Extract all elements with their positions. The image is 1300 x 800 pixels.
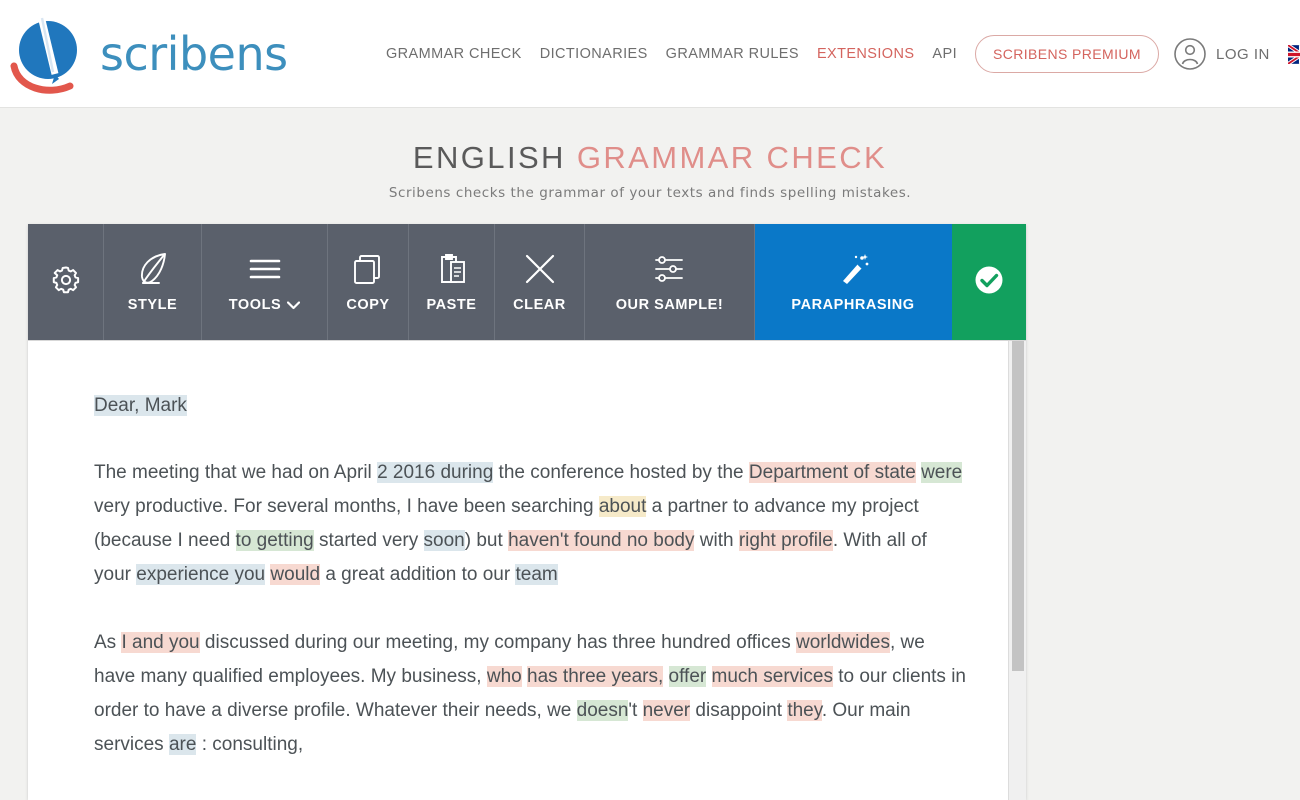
scribens-circle-pen-logo bbox=[8, 10, 96, 98]
text-run bbox=[663, 666, 668, 687]
brand-wordmark: scribens bbox=[100, 27, 288, 81]
editor-vertical-scrollbar[interactable] bbox=[1008, 341, 1026, 800]
text-run: : consulting, bbox=[196, 734, 304, 755]
toolbar-tools-label: TOOLS bbox=[228, 297, 282, 313]
grammar-highlight-green[interactable]: offer bbox=[668, 666, 707, 687]
grammar-highlight-red[interactable]: who bbox=[486, 666, 522, 687]
uk-flag-icon[interactable] bbox=[1287, 44, 1300, 64]
paragraph-2: As I and you discussed during our meetin… bbox=[94, 626, 966, 762]
close-x-icon bbox=[523, 247, 557, 291]
nav-dictionaries[interactable]: DICTIONARIES bbox=[540, 46, 648, 62]
page-title-primary: ENGLISH bbox=[412, 140, 566, 175]
toolbar-check[interactable] bbox=[952, 224, 1026, 340]
grammar-highlight-red[interactable]: has three years, bbox=[527, 666, 664, 687]
paste-clipboard-icon bbox=[436, 247, 468, 291]
grammar-highlight-green[interactable]: doesn bbox=[576, 700, 629, 721]
greeting-text[interactable]: Dear, Mark bbox=[94, 395, 187, 416]
grammar-highlight-green[interactable]: were bbox=[921, 462, 963, 483]
editor-body: Dear, Mark The meeting that we had on Ap… bbox=[28, 341, 1026, 800]
text-run bbox=[706, 666, 711, 687]
grammar-highlight-yellow[interactable]: about bbox=[598, 496, 647, 517]
text-run: As bbox=[94, 632, 122, 653]
gear-icon bbox=[50, 258, 82, 302]
text-run: the conference hosted by the bbox=[493, 462, 749, 483]
grammar-highlight-blue[interactable]: team bbox=[515, 564, 558, 585]
nav-api[interactable]: API bbox=[932, 46, 957, 62]
hamburger-menu-icon bbox=[248, 247, 282, 291]
check-circle-icon bbox=[972, 263, 1006, 297]
site-header: scribens GRAMMAR CHECK DICTIONARIES GRAM… bbox=[0, 0, 1300, 108]
page-heading-block: ENGLISH GRAMMAR CHECK Scribens checks th… bbox=[0, 108, 1300, 201]
sliders-icon bbox=[652, 247, 688, 291]
nav-grammar-rules[interactable]: GRAMMAR RULES bbox=[666, 46, 799, 62]
page-subtitle: Scribens checks the grammar of your text… bbox=[388, 185, 912, 201]
text-run: started very bbox=[313, 530, 424, 551]
toolbar-paste-label: PASTE bbox=[426, 297, 477, 313]
chevron-down-icon bbox=[287, 300, 301, 310]
page-title-accent: GRAMMAR CHECK bbox=[576, 140, 888, 175]
main-navigation: GRAMMAR CHECK DICTIONARIES GRAMMAR RULES… bbox=[386, 0, 1300, 108]
copy-icon bbox=[352, 247, 384, 291]
page-title: ENGLISH GRAMMAR CHECK bbox=[0, 140, 1300, 176]
toolbar-style-label: STYLE bbox=[127, 297, 178, 313]
text-editor-area[interactable]: Dear, Mark The meeting that we had on Ap… bbox=[28, 341, 1006, 800]
grammar-highlight-green[interactable]: to getting bbox=[235, 530, 314, 551]
text-run: disappoint bbox=[690, 700, 788, 721]
toolbar-copy-label: COPY bbox=[346, 297, 390, 313]
toolbar-our-sample-label: OUR SAMPLE! bbox=[615, 297, 724, 313]
toolbar-paraphrasing[interactable]: PARAPHRASING bbox=[755, 224, 952, 340]
grammar-highlight-blue[interactable]: 2 2016 during bbox=[377, 462, 494, 483]
editor-toolbar: STYLE TOOLS COPY PASTE CLEAR OUR SAMPLE!… bbox=[28, 224, 1026, 341]
paragraph-1: The meeting that we had on April 2 2016 … bbox=[94, 456, 966, 592]
grammar-highlight-red[interactable]: right profile bbox=[738, 530, 833, 551]
grammar-highlight-red[interactable]: worldwides bbox=[796, 632, 890, 653]
text-run: ) but bbox=[464, 530, 509, 551]
text-run: discussed during our meeting, my company… bbox=[199, 632, 796, 653]
toolbar-copy[interactable]: COPY bbox=[328, 224, 409, 340]
toolbar-clear[interactable]: CLEAR bbox=[495, 224, 585, 340]
grammar-highlight-blue[interactable]: are bbox=[168, 734, 197, 755]
grammar-highlight-red[interactable]: never bbox=[642, 700, 691, 721]
text-run: a great addition to our bbox=[320, 564, 516, 585]
toolbar-paste[interactable]: PASTE bbox=[409, 224, 495, 340]
magic-wand-icon bbox=[836, 247, 870, 291]
editor-card: STYLE TOOLS COPY PASTE CLEAR OUR SAMPLE!… bbox=[28, 224, 1026, 800]
brand-logo[interactable]: scribens bbox=[8, 8, 288, 100]
grammar-highlight-red[interactable]: I and you bbox=[121, 632, 200, 653]
nav-extensions[interactable]: EXTENSIONS bbox=[817, 46, 914, 62]
grammar-highlight-red[interactable]: would bbox=[270, 564, 321, 585]
login-link[interactable]: LOG IN bbox=[1216, 46, 1270, 63]
feather-quill-icon bbox=[135, 247, 171, 291]
toolbar-our-sample[interactable]: OUR SAMPLE! bbox=[585, 224, 755, 340]
toolbar-paraphrasing-label: PARAPHRASING bbox=[791, 297, 915, 313]
toolbar-clear-label: CLEAR bbox=[513, 297, 566, 313]
editor-scrollbar-thumb[interactable] bbox=[1012, 341, 1024, 671]
toolbar-style[interactable]: STYLE bbox=[104, 224, 202, 340]
nav-grammar-check[interactable]: GRAMMAR CHECK bbox=[386, 46, 522, 62]
text-run: 't bbox=[628, 700, 643, 721]
grammar-highlight-red[interactable]: they bbox=[787, 700, 822, 721]
toolbar-tools[interactable]: TOOLS bbox=[202, 224, 328, 340]
greeting-line: Dear, Mark bbox=[94, 389, 966, 423]
toolbar-tools-label-wrap: TOOLS bbox=[228, 297, 301, 313]
text-run: The meeting that we had on April bbox=[94, 462, 378, 483]
text-run: very productive. For several months, I h… bbox=[94, 496, 599, 517]
text-run: with bbox=[694, 530, 739, 551]
grammar-highlight-blue[interactable]: experience you bbox=[136, 564, 266, 585]
scribens-premium-button[interactable]: SCRIBENS PREMIUM bbox=[975, 35, 1159, 73]
grammar-highlight-red[interactable]: haven't found no body bbox=[508, 530, 695, 551]
grammar-highlight-red[interactable]: much services bbox=[711, 666, 833, 687]
grammar-highlight-red[interactable]: Department of state bbox=[748, 462, 916, 483]
user-circle-icon[interactable] bbox=[1173, 37, 1207, 71]
grammar-highlight-blue[interactable]: soon bbox=[423, 530, 465, 551]
toolbar-settings[interactable] bbox=[28, 224, 104, 340]
